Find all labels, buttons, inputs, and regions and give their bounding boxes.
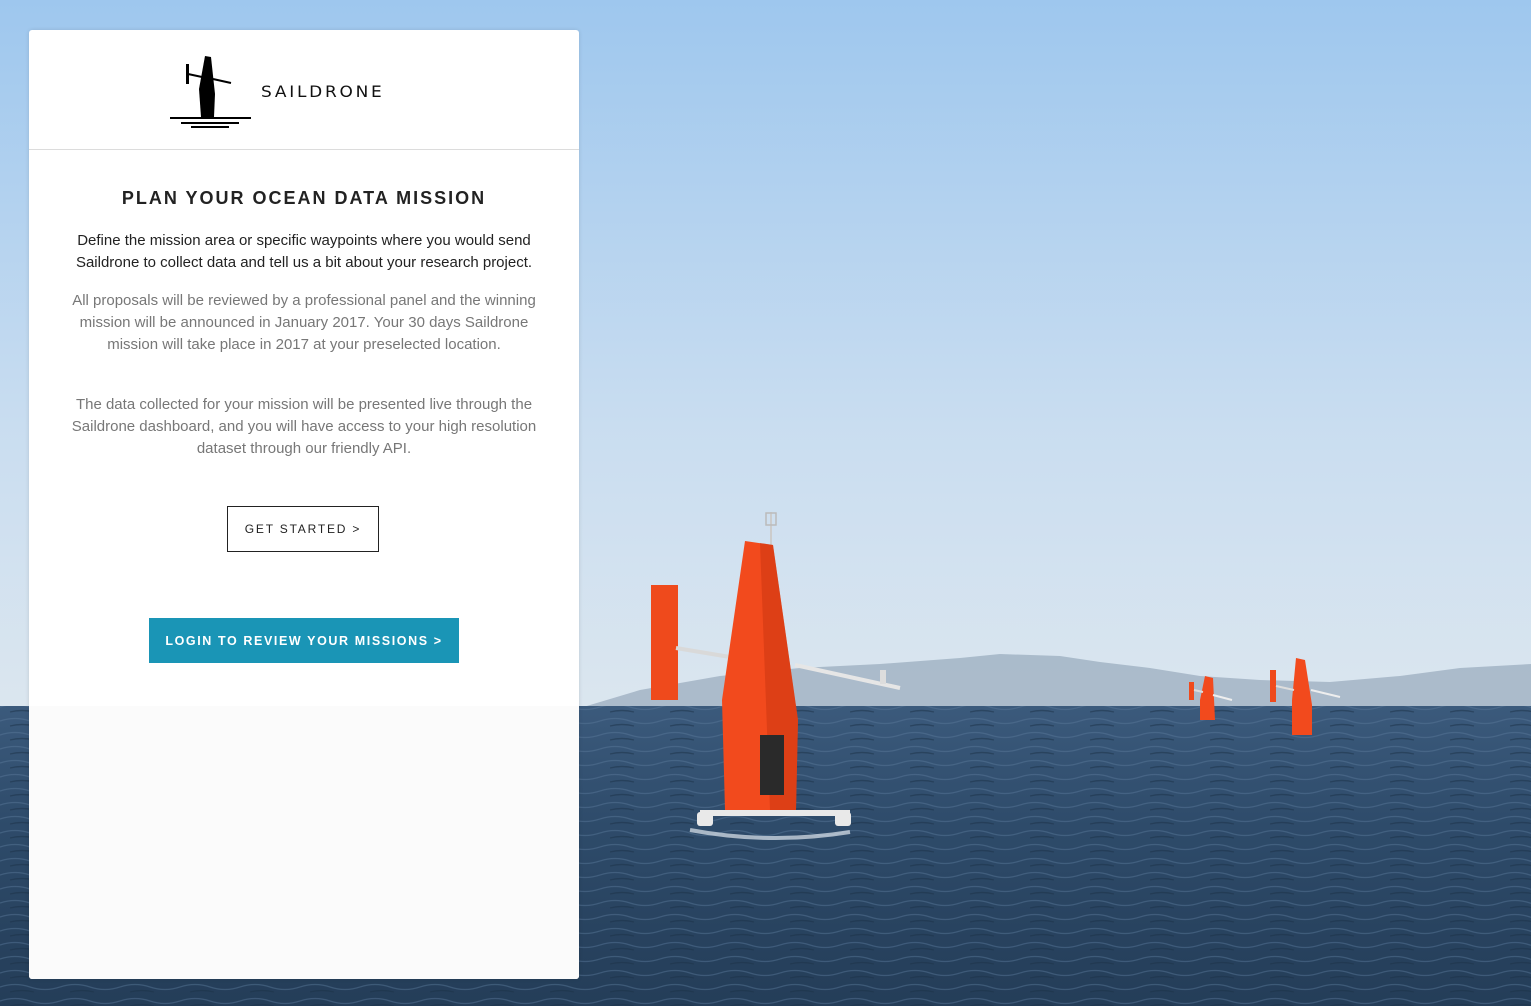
mission-panel: SAILDRONE PLAN YOUR OCEAN DATA MISSION D… bbox=[29, 30, 579, 979]
data-info-text: The data collected for your mission will… bbox=[71, 396, 537, 457]
panel-lower-area bbox=[29, 706, 579, 979]
saildrone-logo-icon bbox=[170, 56, 251, 128]
review-info-text: All proposals will be reviewed by a prof… bbox=[72, 292, 536, 353]
panel-header: SAILDRONE bbox=[29, 30, 579, 150]
page-title: PLAN YOUR OCEAN DATA MISSION bbox=[121, 188, 487, 208]
logo-wordmark: SAILDRONE bbox=[261, 82, 385, 101]
saildrone-logo[interactable]: SAILDRONE bbox=[169, 54, 429, 130]
get-started-button[interactable]: GET STARTED > bbox=[227, 506, 379, 552]
login-review-missions-button[interactable]: LOGIN TO REVIEW YOUR MISSIONS > bbox=[149, 618, 459, 663]
intro-text: Define the mission area or specific wayp… bbox=[75, 232, 533, 271]
